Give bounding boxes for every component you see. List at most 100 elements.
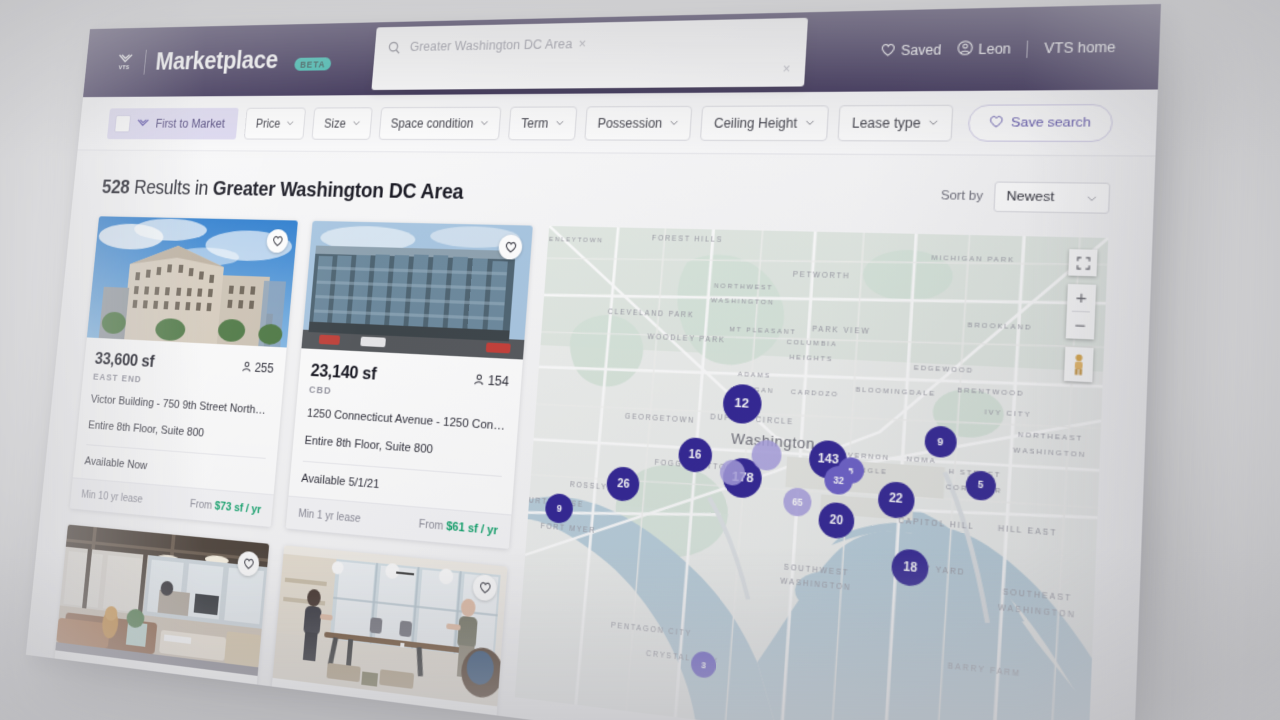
person-icon [473,373,485,386]
map-panel[interactable]: TENLEYTOWN FOREST HILLS MICHIGAN PARK PETWO… [514,225,1109,720]
zoom-controls[interactable]: + − [1065,283,1097,340]
search-icon [387,41,401,59]
street-view-pegman[interactable] [1063,346,1094,383]
map-cluster-marker[interactable]: 5 [964,469,997,501]
person-icon [218,688,229,701]
sort-label: Sort by [940,188,984,204]
search-chip-label: Greater Washington DC Area [409,36,573,55]
filter-space-condition[interactable]: Space condition [378,106,502,140]
save-search-label: Save search [1010,115,1092,130]
filter-lease-type[interactable]: Lease type [837,104,954,142]
vts-logo-icon: VTS [114,54,136,71]
search-input[interactable]: Greater Washington DC Area × × [371,17,808,91]
listing-card[interactable]: 971 sf 10 CAPITOL HILL 80 M Street - 80 … [45,524,270,720]
listing-capacity-value: 154 [487,372,510,389]
beta-badge: BETA [294,56,332,71]
chevron-down-icon [929,120,939,126]
listing-neighborhood: CAPITOL HILL [280,716,482,720]
vts-wordmark: VTS [118,65,130,72]
zoom-in-button[interactable]: + [1067,284,1096,312]
chevron-down-icon [805,120,814,126]
listing-neighborhood: CAPITOL HILL [60,686,131,708]
listing-details: 23,140 sf 154 CBD 1250 Connecticut Avenu… [289,348,523,515]
map-cluster-marker[interactable]: 26 [606,465,641,503]
filter-bar: First to Market Price Size Space conditi… [77,89,1158,157]
chevron-down-icon [555,120,564,125]
save-search-button[interactable]: Save search [967,103,1114,142]
listing-card[interactable]: 594 sf 6 CAPITOL HILL 80 M Street - 80 M… [263,545,508,720]
app-window: VTS Marketplace BETA Greater Washington … [25,3,1161,720]
filter-price[interactable]: Price [243,107,307,140]
first-to-market-checkbox[interactable] [114,114,132,132]
vts-home-label: VTS home [1043,39,1116,57]
listing-min-lease: Min 10 yr lease [80,488,144,507]
saved-label: Saved [900,42,942,59]
filter-size-label: Size [323,115,347,131]
sort-value: Newest [1006,189,1055,205]
page-title: 528 Results in Greater Washington DC Are… [101,177,464,205]
listing-size: 33,600 sf [94,348,156,371]
filter-possession[interactable]: Possession [583,105,693,141]
filter-price-label: Price [255,116,282,131]
map-cluster-marker[interactable]: 9 [544,492,575,524]
vts-home-link[interactable]: VTS home [1044,39,1116,56]
listing-price-value: $73 sf / yr [214,500,262,517]
map-cluster-marker[interactable]: 16 [677,436,713,474]
listing-size: 971 sf [62,663,105,689]
first-to-market-icon [136,115,150,132]
map-cluster-marker[interactable]: 12 [721,383,763,426]
chevron-down-icon [480,120,488,125]
listing-photo-exterior-glass [301,220,533,360]
chevron-down-icon [352,121,360,126]
filter-size[interactable]: Size [311,106,373,140]
filter-space-condition-label: Space condition [390,115,475,131]
sort-control: Sort by Newest [940,181,1111,214]
results-count: 528 [100,176,131,199]
map-cluster-marker[interactable]: 18 [890,548,930,588]
map-cluster-marker[interactable]: 20 [817,501,856,540]
listing-photo-exterior-historic [86,216,298,348]
listing-price-prefix: From [189,498,216,513]
listing-photo-interior-lounge [55,524,270,677]
results-and-map: 33,600 sf 255 EAST END Victor Building -… [45,216,1109,720]
filter-possession-label: Possession [597,115,663,131]
fullscreen-icon[interactable] [1068,249,1097,276]
listing-address: 80 M Street - 80 M Street Southeast [58,707,241,720]
listing-card[interactable]: 23,140 sf 154 CBD 1250 Connecticut Avenu… [285,220,533,550]
listing-suite: Entire 8th Floor, Suite 800 [87,418,205,440]
map-cluster-marker[interactable]: 3 [690,650,717,680]
map-cluster-marker[interactable]: 9 [923,424,957,458]
results-header: 528 Results in Greater Washington DC Are… [101,172,1111,216]
listing-price-value: $61 sf / yr [445,520,499,539]
listing-address: 1250 Connecticut Avenue - 1250 Connec... [306,407,507,435]
listing-card-grid: 33,600 sf 255 EAST END Victor Building -… [45,216,533,720]
zoom-out-button[interactable]: − [1066,312,1095,340]
results-panel: 528 Results in Greater Washington DC Are… [26,150,1156,720]
search-location-chip[interactable]: Greater Washington DC Area × [409,36,586,54]
sort-select[interactable]: Newest [993,181,1111,214]
heart-icon [989,114,1004,130]
first-to-market-toggle[interactable]: First to Market [106,107,239,139]
user-avatar-icon [956,40,973,59]
filter-ceiling-height[interactable]: Ceiling Height [699,104,829,141]
filter-term[interactable]: Term [507,105,578,140]
chevron-down-icon [670,120,679,125]
nav-divider [1026,39,1029,58]
map-cluster-marker[interactable]: 65 [782,487,813,518]
fullscreen-control[interactable] [1068,249,1098,277]
results-middle-text: Results in [128,176,214,200]
chip-remove-icon[interactable]: × [578,36,587,51]
chevron-down-icon [287,121,295,126]
listing-price: From $61 sf / yr [418,518,498,538]
perspective-stage: VTS Marketplace BETA Greater Washington … [0,0,1280,720]
brand-logo[interactable]: VTS Marketplace BETA [113,45,332,77]
saved-link[interactable]: Saved [880,41,942,59]
app-name: Marketplace [154,45,280,75]
listing-capacity: 154 [473,372,510,389]
chevron-down-icon [1087,195,1097,201]
map-cluster-marker[interactable]: 22 [876,480,915,520]
map-controls: + − [1063,249,1098,383]
search-clear-button[interactable]: × [782,61,791,77]
user-menu[interactable]: Leon [956,40,1011,59]
listing-card[interactable]: 33,600 sf 255 EAST END Victor Building -… [69,216,298,528]
